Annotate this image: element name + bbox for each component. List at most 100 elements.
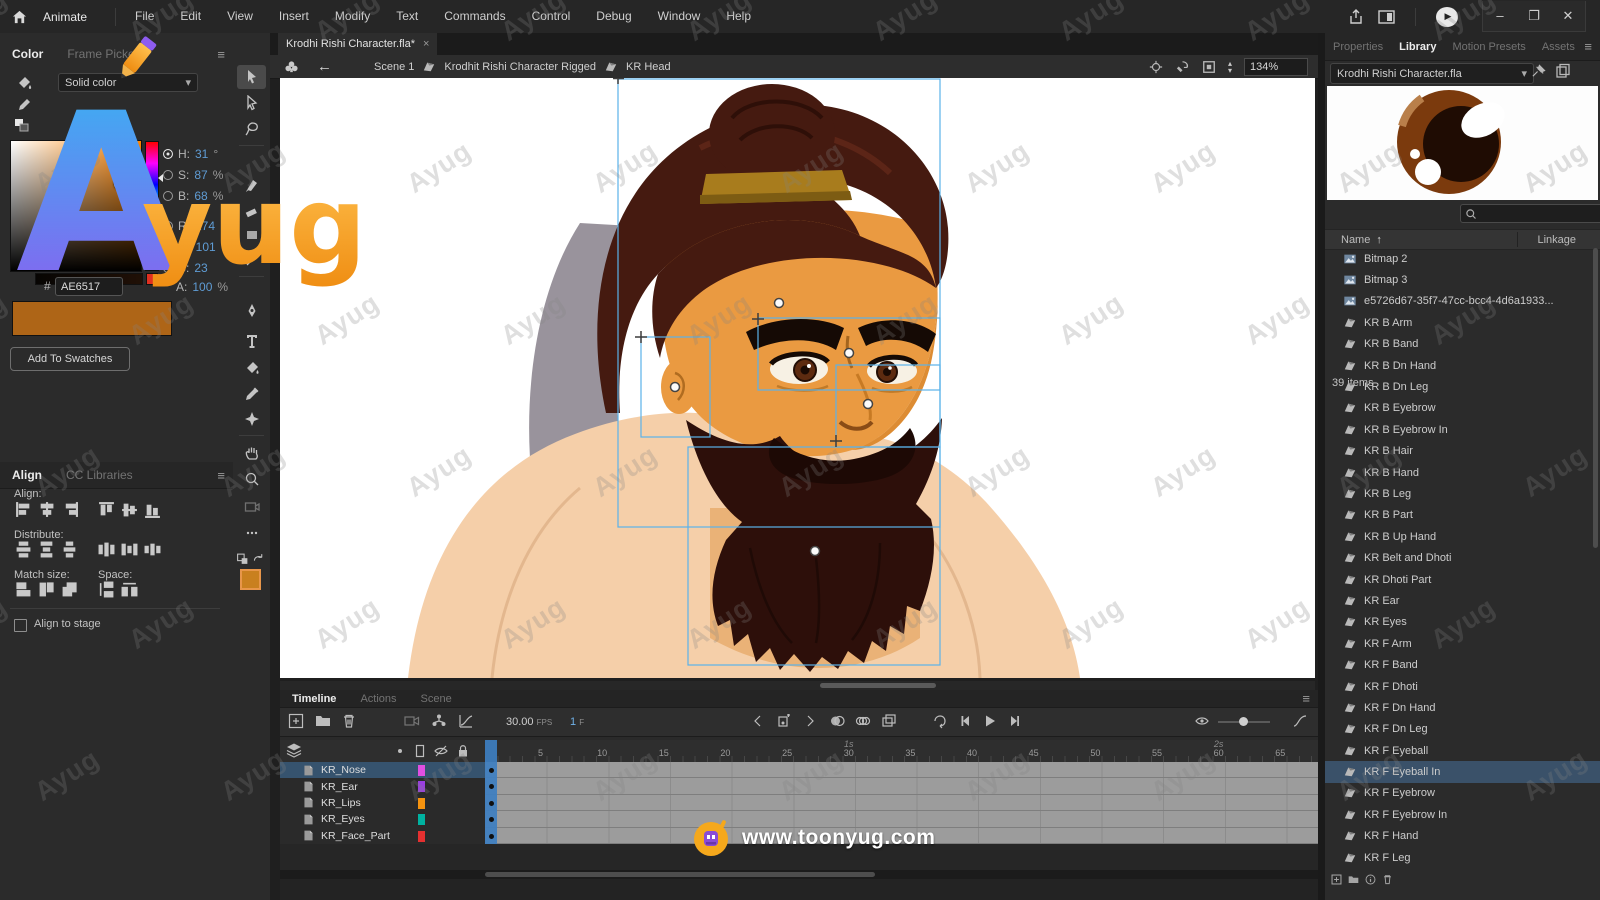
breadcrumb-current-symbol[interactable]: KR Head [626,61,671,73]
library-scrollbar-thumb[interactable] [1593,248,1598,548]
radio-s[interactable] [163,170,173,180]
timeline-horizontal-scrollbar[interactable] [280,870,1318,879]
edit-multiple-frames-icon[interactable] [881,713,899,731]
library-item[interactable]: KR B Eyebrow [1325,398,1600,419]
layer-frame-strip[interactable] [485,795,1318,811]
library-item[interactable]: KR F Dhoti [1325,676,1600,697]
column-divider[interactable] [1517,232,1518,247]
pin-library-icon[interactable] [1531,64,1546,79]
item-properties-icon[interactable] [1365,874,1376,885]
library-item[interactable]: KR F Dn Leg [1325,719,1600,740]
snap-to-objects-icon[interactable] [236,547,249,571]
library-item[interactable]: KR F Eyebrow [1325,783,1600,804]
layer-frame-strip[interactable] [485,811,1318,827]
zoom-tool[interactable] [237,467,266,491]
align-panel-menu-icon[interactable]: ≡ [217,468,225,483]
more-tools-icon[interactable] [237,521,266,545]
back-arrow-icon[interactable]: ← [317,58,332,75]
onion-skin-icon[interactable] [829,713,847,731]
menu-item-modify[interactable]: Modify [322,0,383,33]
distribute-bottom-icon[interactable] [60,541,79,558]
tab-color[interactable]: Color [0,47,55,61]
library-item[interactable]: KR B Arm [1325,312,1600,333]
tab-scene[interactable]: Scene [409,693,464,705]
frame-view-curve-icon[interactable] [1292,713,1310,731]
library-item[interactable]: KR B Up Hand [1325,526,1600,547]
timeline-menu-icon[interactable]: ≡ [1302,691,1310,706]
match-height-icon[interactable] [37,581,56,598]
layer-color-chip[interactable] [418,798,425,809]
library-item[interactable]: KR B Band [1325,334,1600,355]
radio-r[interactable] [163,221,173,231]
match-width-icon[interactable] [14,581,33,598]
alpha-slider-handle[interactable] [146,273,158,285]
align-top-icon[interactable] [97,501,116,518]
distribute-top-icon[interactable] [14,541,33,558]
breadcrumb-symbol[interactable]: Krodhit Rishi Character Rigged [444,61,596,73]
tab-frame-picker[interactable]: Frame Picker [55,47,150,61]
scrollbar-thumb[interactable] [820,683,936,688]
stage-horizontal-scrollbar[interactable] [280,681,1315,690]
color-panel-menu-icon[interactable]: ≡ [217,47,225,62]
graph-editor-icon[interactable] [458,713,476,731]
frame-ruler[interactable]: 51015202530354045505560651s2s [485,740,1318,763]
library-item[interactable]: KR B Dn Hand [1325,355,1600,376]
pen-tool[interactable] [237,299,266,323]
saturation-brightness-picker[interactable] [10,140,142,272]
menu-item-text[interactable]: Text [383,0,431,33]
tool-fill-color-swatch[interactable] [240,569,261,590]
radio-b2[interactable] [163,263,173,273]
align-left-icon[interactable] [14,501,33,518]
frame-size-slider-knob[interactable] [1239,717,1248,726]
swap-colors-icon[interactable] [14,118,29,132]
new-layer-icon[interactable] [288,713,306,731]
column-linkage[interactable]: Linkage [1537,234,1576,246]
rotate-icon[interactable] [252,547,265,571]
menu-item-commands[interactable]: Commands [431,0,518,33]
lock-column-icon[interactable] [455,743,473,761]
breadcrumb-scene[interactable]: Scene 1 [374,61,414,73]
space-vertical-icon[interactable] [97,581,116,598]
new-library-panel-icon[interactable] [1555,63,1571,79]
lasso-tool[interactable] [237,117,266,141]
layer-color-chip[interactable] [418,781,425,792]
home-icon[interactable] [12,10,27,24]
sort-arrow-up-icon[interactable]: ↑ [1376,234,1382,246]
library-item[interactable]: KR F Band [1325,654,1600,675]
insert-keyframe-icon[interactable] [776,713,794,731]
library-item[interactable]: Bitmap 3 [1325,269,1600,290]
library-item[interactable]: KR Dhoti Part [1325,569,1600,590]
tab-timeline[interactable]: Timeline [280,693,348,705]
tab-close-icon[interactable]: × [423,38,429,50]
eyedropper-tool[interactable] [237,382,266,406]
panel-divider[interactable] [1318,33,1325,900]
previous-keyframe-icon[interactable] [750,713,768,731]
menu-item-view[interactable]: View [214,0,266,33]
search-input[interactable] [1477,207,1581,221]
library-item[interactable]: KR B Part [1325,505,1600,526]
layer-frame-strip[interactable] [485,762,1318,778]
library-item[interactable]: KR Belt and Dhoti [1325,547,1600,568]
hide-column-eye-icon[interactable] [433,743,451,761]
layer-color-chip[interactable] [418,765,425,776]
camera-layer-icon[interactable] [404,713,422,731]
color-type-dropdown[interactable]: Solid color ▾ [58,73,198,92]
library-item[interactable]: KR B Hair [1325,441,1600,462]
play-icon[interactable] [982,713,1000,731]
library-item[interactable]: KR B Dn Leg [1325,376,1600,397]
keyframe-dot[interactable] [489,801,494,806]
paint-bucket-tool[interactable] [237,356,266,380]
library-item[interactable]: KR Eyes [1325,612,1600,633]
share-icon[interactable] [1348,9,1364,25]
tab-actions[interactable]: Actions [348,693,408,705]
library-item[interactable]: KR Ear [1325,590,1600,611]
fps-display[interactable]: 30.00 FPS [506,716,552,728]
zoom-stepper-down[interactable]: ▾ [1228,67,1232,74]
document-tab[interactable]: Krodhi Rishi Character.fla* × [278,33,437,55]
rotation-tool-icon[interactable] [1175,59,1190,74]
menu-item-insert[interactable]: Insert [266,0,322,33]
distribute-left-icon[interactable] [97,541,116,558]
close-button[interactable]: ✕ [1551,1,1585,31]
library-item[interactable]: KR B Eyebrow In [1325,419,1600,440]
menu-item-debug[interactable]: Debug [583,0,644,33]
